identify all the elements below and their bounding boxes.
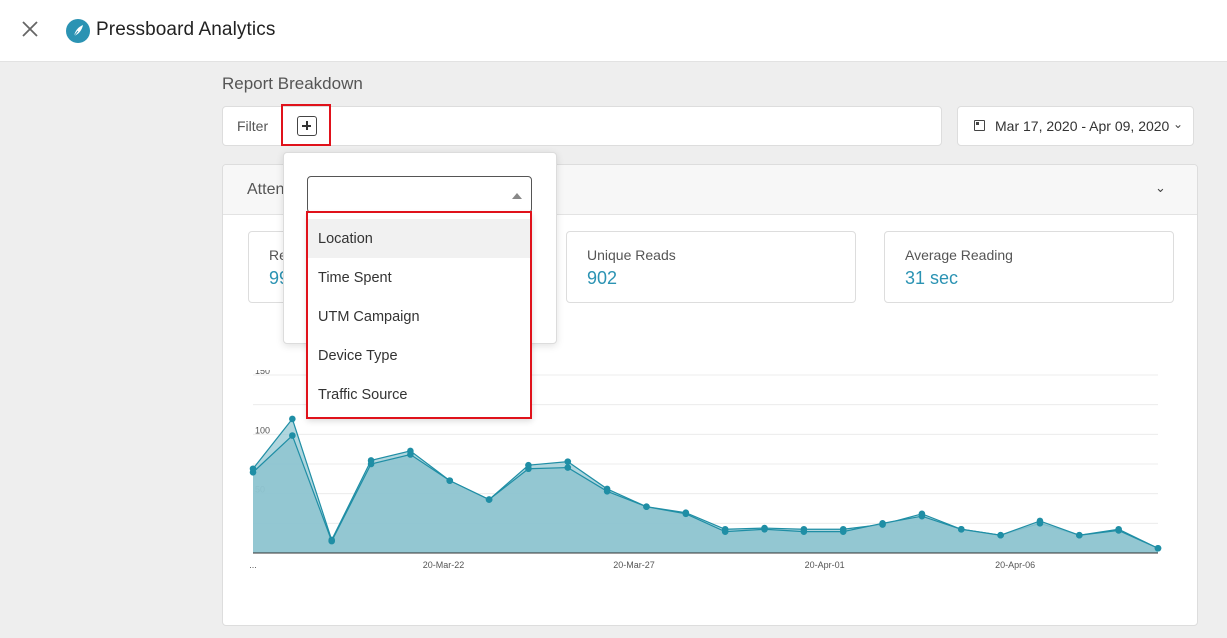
data-point[interactable] bbox=[249, 469, 257, 476]
x-tick-label: 20-Mar-22 bbox=[423, 560, 465, 570]
stat-value: 902 bbox=[587, 268, 618, 288]
data-point[interactable] bbox=[485, 496, 493, 503]
data-point[interactable] bbox=[289, 432, 296, 439]
top-bar: Pressboard Analytics bbox=[0, 0, 1227, 62]
page-title: Report Breakdown bbox=[222, 74, 363, 93]
data-point[interactable] bbox=[446, 477, 454, 484]
data-point[interactable] bbox=[800, 528, 808, 535]
stat-label: Average Reading bbox=[905, 247, 1013, 263]
chevron-down-icon: ⌄ bbox=[1173, 117, 1184, 131]
y-tick-label: 100 bbox=[255, 425, 270, 435]
panel-title: Atten bbox=[247, 181, 285, 198]
filter-label: Filter bbox=[237, 118, 269, 134]
data-point[interactable] bbox=[328, 537, 335, 545]
data-point[interactable] bbox=[1036, 517, 1044, 525]
date-range-text: Mar 17, 2020 - Apr 09, 2020 bbox=[995, 118, 1170, 134]
highlight-box-add-filter bbox=[281, 104, 331, 146]
data-point[interactable] bbox=[879, 520, 886, 527]
chevron-down-icon[interactable]: ⌄ bbox=[1155, 180, 1166, 196]
data-point[interactable] bbox=[289, 415, 296, 423]
data-point[interactable] bbox=[839, 528, 847, 535]
data-point[interactable] bbox=[918, 512, 926, 520]
x-tick-label: 20-Apr-01 bbox=[805, 560, 845, 570]
data-point[interactable] bbox=[1115, 527, 1122, 534]
pressboard-logo-icon bbox=[66, 19, 90, 43]
data-point[interactable] bbox=[367, 460, 375, 468]
data-point[interactable] bbox=[682, 510, 690, 518]
data-point[interactable] bbox=[564, 458, 572, 465]
data-point[interactable] bbox=[564, 464, 572, 471]
date-range-picker[interactable]: Mar 17, 2020 - Apr 09, 2020 ⌄ bbox=[957, 106, 1194, 146]
stat-label: Unique Reads bbox=[587, 247, 676, 263]
data-point[interactable] bbox=[761, 525, 768, 533]
data-point[interactable] bbox=[407, 451, 414, 458]
y-tick-label: 150 bbox=[255, 370, 270, 376]
filter-dimension-select[interactable] bbox=[307, 176, 532, 213]
data-point[interactable] bbox=[957, 525, 965, 533]
x-tick-label: 20-Mar-27 bbox=[613, 560, 655, 570]
close-icon[interactable] bbox=[18, 17, 42, 41]
calendar-icon bbox=[974, 120, 985, 131]
data-point[interactable] bbox=[603, 487, 611, 495]
data-point[interactable] bbox=[1154, 544, 1162, 552]
series-area bbox=[253, 435, 1158, 553]
data-point[interactable] bbox=[721, 528, 729, 535]
caret-up-icon bbox=[512, 193, 522, 199]
stat-card-average-reading: Average Reading 31 sec bbox=[884, 231, 1174, 303]
data-point[interactable] bbox=[525, 465, 532, 473]
data-point[interactable] bbox=[1076, 531, 1083, 539]
x-tick-label: 20-Apr-06 bbox=[995, 560, 1035, 570]
data-point[interactable] bbox=[643, 503, 650, 511]
app-title: Pressboard Analytics bbox=[96, 19, 276, 40]
x-tick-label: ... bbox=[249, 560, 257, 570]
stat-card-unique-reads: Unique Reads 902 bbox=[566, 231, 856, 303]
stat-value: 31 sec bbox=[905, 268, 959, 288]
data-point[interactable] bbox=[997, 531, 1004, 539]
highlight-box-options bbox=[306, 211, 532, 419]
